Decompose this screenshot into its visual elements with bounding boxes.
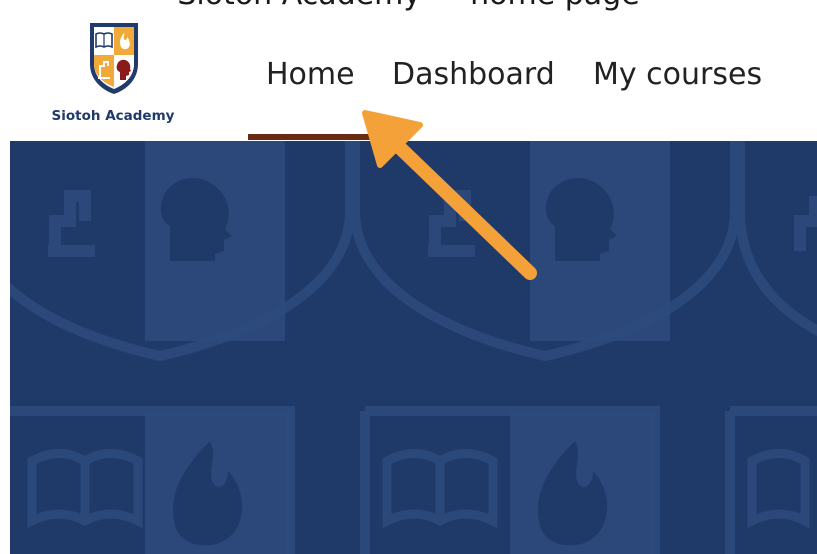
nav-item-home[interactable]: Home xyxy=(266,55,355,95)
screenshot: Siotoh Academy — home page Siotoh Academ… xyxy=(0,0,817,554)
nav-item-my-courses[interactable]: My courses xyxy=(593,55,762,95)
caption-text: Siotoh Academy — home page xyxy=(0,0,817,11)
nav-item-dashboard[interactable]: Dashboard xyxy=(392,55,555,95)
book-icon xyxy=(747,449,810,529)
microscope-icon xyxy=(794,196,817,251)
microscope-icon xyxy=(48,190,95,257)
page-left-edge xyxy=(0,11,10,554)
caption-strip: Siotoh Academy — home page xyxy=(0,0,817,11)
pointer-arrow-icon xyxy=(362,110,537,280)
